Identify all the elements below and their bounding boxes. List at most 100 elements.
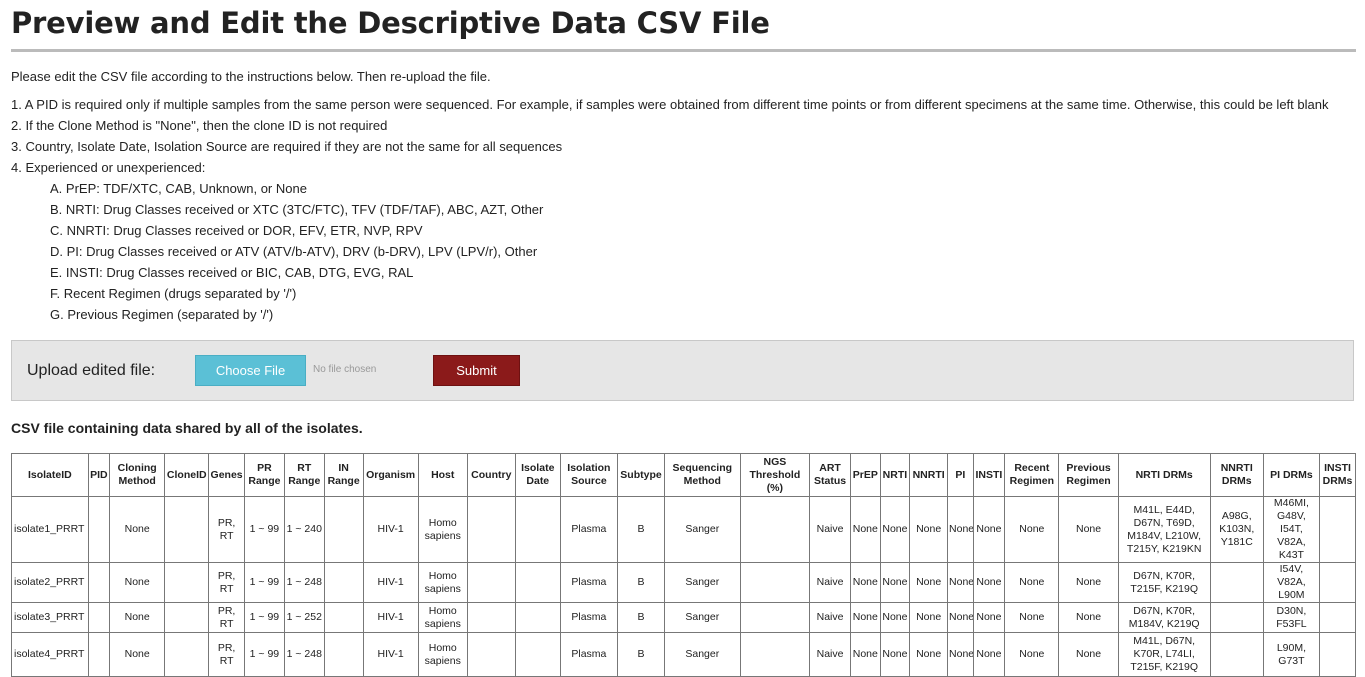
- table-cell: [514, 562, 561, 603]
- table-cell: Sanger: [664, 562, 741, 603]
- table-cell: isolate4_PRRT: [11, 632, 89, 677]
- column-header: INSTI: [972, 453, 1006, 497]
- submit-button[interactable]: Submit: [433, 355, 520, 386]
- table-cell: [323, 602, 364, 633]
- choose-file-button[interactable]: Choose File: [195, 355, 306, 386]
- table-cell: [1319, 562, 1356, 603]
- column-header: Subtype: [617, 453, 665, 497]
- instruction-item: 1. A PID is required only if multiple sa…: [11, 97, 1329, 112]
- table-row: isolate1_PRRT None PR, RT 1 ~ 99 1 ~ 240 HIV-…: [11, 496, 1356, 563]
- table-cell: Naive: [809, 496, 851, 563]
- table-cell: [1319, 632, 1356, 677]
- column-header: NRTI DRMs: [1117, 453, 1211, 497]
- instruction-subitem: A. PrEP: TDF/XTC, CAB, Unknown, or None: [50, 181, 307, 196]
- table-cell: Naive: [809, 602, 851, 633]
- column-header: IN Range: [323, 453, 364, 497]
- table-cell: [87, 602, 111, 633]
- table-cell: Plasma: [559, 632, 619, 677]
- table-cell: [1319, 496, 1356, 563]
- table-cell: B: [617, 562, 665, 603]
- column-header: NGS Threshold (%): [739, 453, 811, 497]
- table-cell: None: [947, 496, 974, 563]
- table-cell: M41L, E44D, D67N, T69D, M184V, L210W, T2…: [1117, 496, 1211, 563]
- column-header: NNRTI DRMs: [1209, 453, 1264, 497]
- table-cell: 1 ~ 240: [283, 496, 325, 563]
- table-cell: Homo sapiens: [417, 496, 468, 563]
- table-cell: None: [1004, 562, 1060, 603]
- table-cell: D30N, F53FL: [1262, 602, 1321, 633]
- table-cell: None: [1058, 632, 1119, 677]
- table-cell: [87, 562, 111, 603]
- column-header: RT Range: [283, 453, 325, 497]
- table-cell: None: [849, 496, 881, 563]
- table-cell: B: [617, 496, 665, 563]
- table-cell: None: [972, 602, 1006, 633]
- upload-panel: Upload edited file: Choose File No file …: [11, 340, 1354, 401]
- table-cell: M41L, D67N, K70R, L74LI, T215F, K219Q: [1117, 632, 1211, 677]
- table-cell: None: [909, 496, 949, 563]
- table-cell: None: [1004, 602, 1060, 633]
- column-header: Country: [466, 453, 516, 497]
- table-cell: None: [972, 562, 1006, 603]
- column-header: Cloning Method: [109, 453, 166, 497]
- table-cell: None: [109, 632, 166, 677]
- column-header: PR Range: [243, 453, 285, 497]
- table-cell: isolate2_PRRT: [11, 562, 89, 603]
- table-cell: isolate1_PRRT: [11, 496, 89, 563]
- table-cell: [739, 602, 811, 633]
- table-cell: [1209, 562, 1264, 603]
- table-cell: None: [109, 496, 166, 563]
- table-cell: HIV-1: [362, 496, 419, 563]
- table-cell: isolate3_PRRT: [11, 602, 89, 633]
- table-cell: [466, 602, 516, 633]
- table-cell: [466, 562, 516, 603]
- table-cell: M46MI, G48V, I54T, V82A, K43T: [1262, 496, 1321, 563]
- table-cell: None: [109, 602, 166, 633]
- table-row: isolate2_PRRT None PR, RT 1 ~ 99 1 ~ 248 HIV-…: [11, 562, 1356, 603]
- table-cell: None: [849, 562, 881, 603]
- table-cell: None: [1058, 496, 1119, 563]
- table-cell: A98G, K103N, Y181C: [1209, 496, 1264, 563]
- table-cell: [323, 562, 364, 603]
- table-cell: None: [947, 632, 974, 677]
- table-cell: [323, 632, 364, 677]
- table-cell: 1 ~ 248: [283, 632, 325, 677]
- table-cell: [87, 632, 111, 677]
- table-cell: B: [617, 632, 665, 677]
- table-cell: Naive: [809, 632, 851, 677]
- table-cell: [87, 496, 111, 563]
- column-header: Previous Regimen: [1058, 453, 1119, 497]
- column-header: Isolate Date: [514, 453, 561, 497]
- table-cell: None: [849, 632, 881, 677]
- table-cell: [1209, 602, 1264, 633]
- instruction-subitem: F. Recent Regimen (drugs separated by '/…: [50, 286, 297, 301]
- table-cell: None: [1058, 602, 1119, 633]
- title-divider: [11, 49, 1356, 52]
- table-cell: [739, 632, 811, 677]
- table-row: isolate3_PRRT None PR, RT 1 ~ 99 1 ~ 252 HIV-…: [11, 602, 1356, 633]
- table-cell: [514, 632, 561, 677]
- table-cell: HIV-1: [362, 602, 419, 633]
- table-cell: 1 ~ 248: [283, 562, 325, 603]
- table-cell: Homo sapiens: [417, 602, 468, 633]
- table-cell: 1 ~ 99: [243, 496, 285, 563]
- table-cell: None: [879, 496, 911, 563]
- column-header: ART Status: [809, 453, 851, 497]
- table-cell: D67N, K70R, T215F, K219Q: [1117, 562, 1211, 603]
- table-cell: Sanger: [664, 496, 741, 563]
- table-cell: [739, 496, 811, 563]
- table-cell: None: [972, 632, 1006, 677]
- table-cell: B: [617, 602, 665, 633]
- table-cell: [514, 496, 561, 563]
- instruction-subitem: B. NRTI: Drug Classes received or XTC (3…: [50, 202, 544, 217]
- table-cell: None: [947, 562, 974, 603]
- table-cell: 1 ~ 252: [283, 602, 325, 633]
- table-cell: PR, RT: [208, 562, 245, 603]
- table-cell: [466, 496, 516, 563]
- csv-heading: CSV file containing data shared by all o…: [11, 420, 363, 436]
- table-cell: [323, 496, 364, 563]
- column-header: PI DRMs: [1262, 453, 1321, 497]
- instruction-subitem: G. Previous Regimen (separated by '/'): [50, 307, 274, 322]
- table-cell: PR, RT: [208, 632, 245, 677]
- table-cell: None: [879, 602, 911, 633]
